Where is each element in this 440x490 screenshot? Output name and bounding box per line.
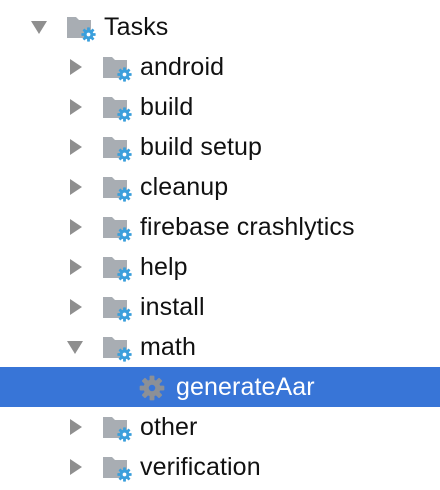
- tree-node-label: other: [140, 413, 198, 441]
- tree-node-label: math: [140, 333, 196, 361]
- tree-node-other[interactable]: other: [0, 407, 440, 447]
- chevron-right-icon[interactable]: [66, 407, 84, 447]
- tree-node-verification[interactable]: verification: [0, 447, 440, 487]
- tree-node-label: generateAar: [176, 373, 315, 401]
- task-folder-icon: [102, 294, 132, 322]
- chevron-right-icon[interactable]: [66, 287, 84, 327]
- tree-node-label: cleanup: [140, 173, 229, 201]
- tree-node-android[interactable]: android: [0, 47, 440, 87]
- gradle-tasks-tree: Tasks android build build setup cleanup …: [0, 7, 440, 487]
- chevron-right-icon[interactable]: [66, 127, 84, 167]
- tree-node-cleanup[interactable]: cleanup: [0, 167, 440, 207]
- task-folder-icon: [102, 94, 132, 122]
- task-folder-icon: [102, 454, 132, 482]
- chevron-right-icon[interactable]: [66, 247, 84, 287]
- tree-node-label: android: [140, 53, 225, 81]
- tree-node-tasks[interactable]: Tasks: [0, 7, 440, 47]
- chevron-down-icon[interactable]: [30, 7, 48, 47]
- chevron-right-icon[interactable]: [66, 447, 84, 487]
- tree-node-help[interactable]: help: [0, 247, 440, 287]
- tree-node-label: help: [140, 253, 188, 281]
- tree-node-install[interactable]: install: [0, 287, 440, 327]
- gear-icon: [139, 375, 165, 401]
- tree-node-math[interactable]: math: [0, 327, 440, 367]
- chevron-right-icon[interactable]: [66, 47, 84, 87]
- tree-node-generate-aar[interactable]: generateAar: [0, 367, 440, 407]
- task-folder-icon: [102, 214, 132, 242]
- task-folder-icon: [102, 414, 132, 442]
- tree-node-label: build: [140, 93, 194, 121]
- chevron-down-icon[interactable]: [66, 327, 84, 367]
- task-folder-icon: [66, 14, 96, 42]
- task-folder-icon: [102, 134, 132, 162]
- task-folder-icon: [102, 54, 132, 82]
- task-folder-icon: [102, 174, 132, 202]
- tree-node-firebase-crashlytics[interactable]: firebase crashlytics: [0, 207, 440, 247]
- task-folder-icon: [102, 254, 132, 282]
- tree-node-build[interactable]: build: [0, 87, 440, 127]
- chevron-right-icon[interactable]: [66, 87, 84, 127]
- tree-node-build-setup[interactable]: build setup: [0, 127, 440, 167]
- tree-node-label: verification: [140, 453, 261, 481]
- tree-node-label: Tasks: [104, 13, 169, 41]
- task-folder-icon: [102, 334, 132, 362]
- tree-node-label: firebase crashlytics: [140, 213, 355, 241]
- tree-node-label: build setup: [140, 133, 263, 161]
- chevron-right-icon[interactable]: [66, 167, 84, 207]
- chevron-right-icon[interactable]: [66, 207, 84, 247]
- tree-node-label: install: [140, 293, 205, 321]
